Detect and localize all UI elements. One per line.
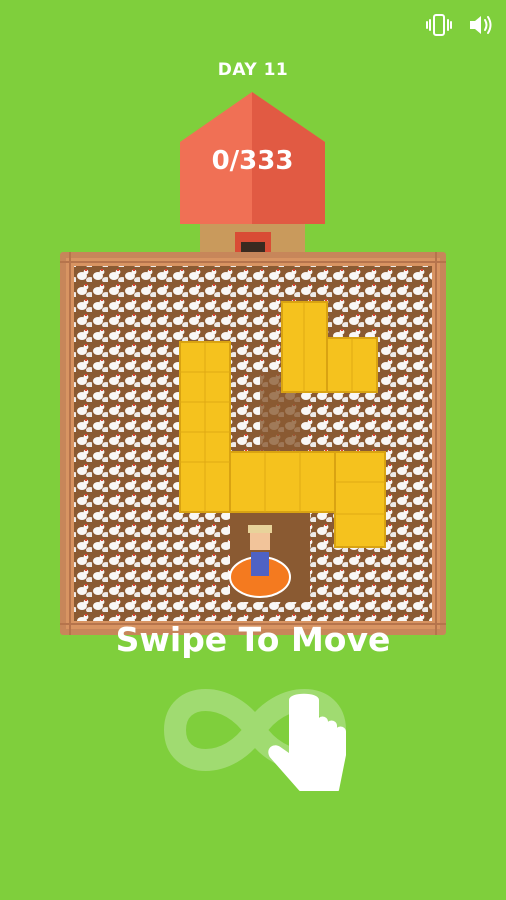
swipe-hand-infinity-icon: [163, 689, 347, 791]
sound-icon[interactable]: [467, 12, 495, 38]
swipe-instruction: Swipe To Move: [115, 620, 391, 659]
chicken-counter: 0/333: [211, 146, 294, 176]
barn: [180, 92, 325, 274]
farm-field: [60, 252, 446, 635]
vibrate-icon[interactable]: [425, 12, 453, 38]
day-label: DAY 11: [217, 60, 289, 80]
